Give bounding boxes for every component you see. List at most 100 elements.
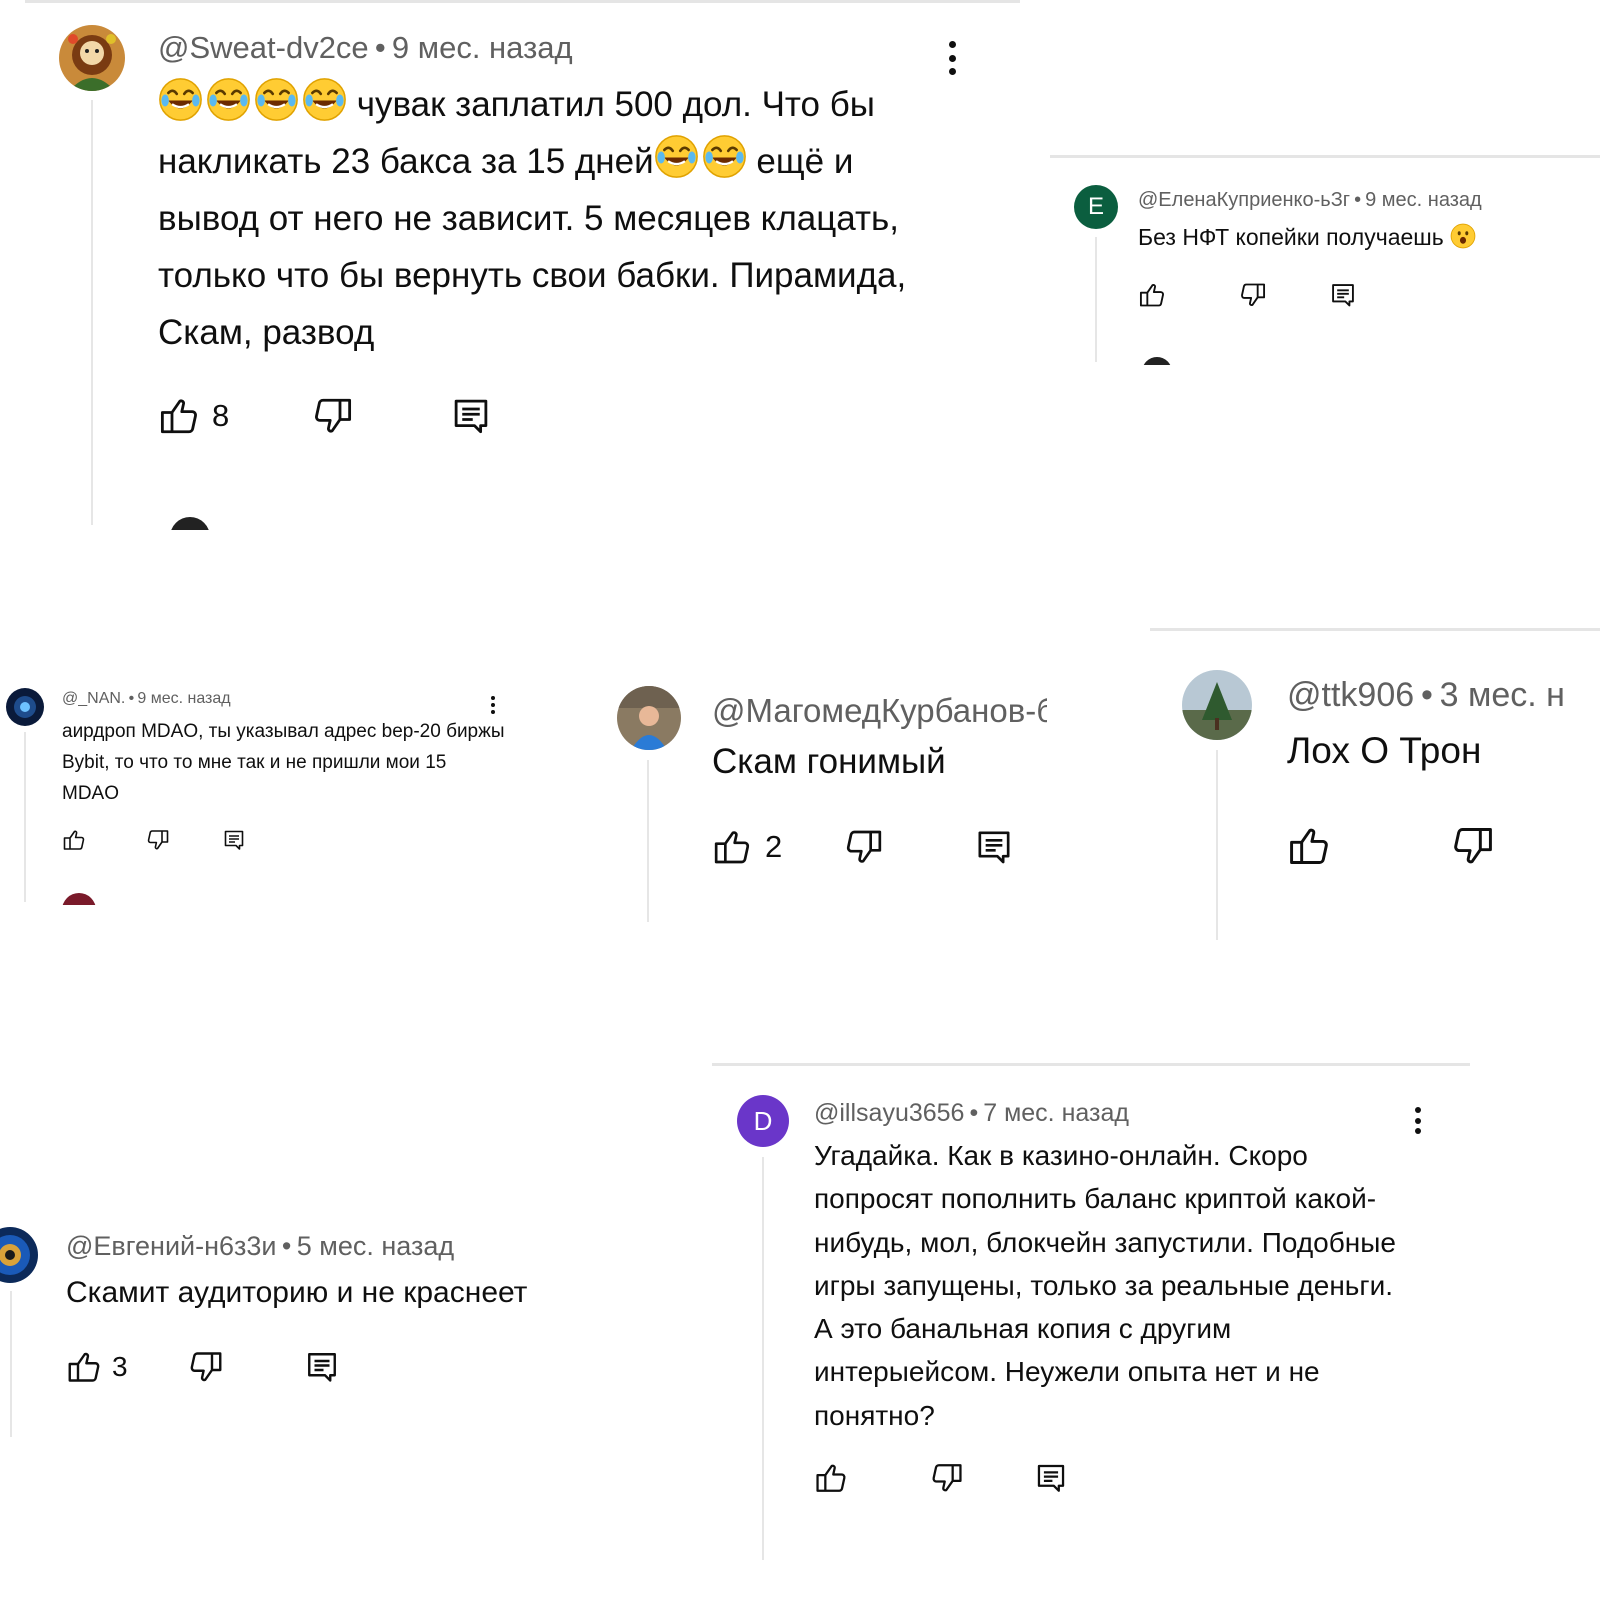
tears-of-joy-emoji [654,134,699,179]
author-name[interactable]: @ЕленаКуприенко-ьЗг [1138,189,1350,211]
dislike-button[interactable] [312,395,354,437]
more-vertical-icon[interactable] [490,696,496,714]
avatar[interactable] [0,1227,38,1283]
reply-button[interactable] [450,395,492,437]
author-name[interactable]: @Евгений-н6з3и [66,1231,277,1261]
comment-actions: 3 [66,1349,340,1385]
dislike-button[interactable] [930,1461,964,1495]
comment-card: @Sweat-dv2ce • 9 мес. назад чувак заплатил… [0,0,1040,530]
like-button[interactable]: 8 [158,395,229,437]
comment-text-part: Угадайка. Как в казино-онлайн. Скоро поп… [814,1140,1404,1431]
comment-actions: 8 [158,395,492,437]
comment-meta: @МагомедКурбанов-б [712,692,1047,730]
comment-card: @ttk906 • 3 мес. н Лох О Трон [1150,628,1600,943]
comment-text: Скамит аудиторию и не краснеет [66,1273,596,1313]
avatar [1142,357,1172,365]
comment-text-part: Лох О Трон [1287,730,1482,771]
comment-actions [62,828,246,852]
comment-text: чувак заплатил 500 дол. Что бы накликать… [158,76,958,361]
like-button[interactable] [62,828,86,852]
like-button[interactable]: 2 [712,827,782,867]
avatar[interactable]: D [737,1095,789,1147]
comment-actions: 2 [712,827,1014,867]
comment-card: D @illsayu3656 • 7 мес. назад Угадайка. Ка… [712,1063,1470,1563]
comment-card: @МагомедКурбанов-б Скам гонимый 2 [605,680,1047,925]
comment-text-part: Скамит аудиторию и не краснеет [66,1276,528,1309]
comment-age: 5 мес. назад [296,1231,455,1261]
comment-text-part: Скам гонимый [712,742,946,781]
comment-age: 9 мес. назад [391,30,573,65]
thumb-up-icon [66,1349,102,1385]
avatar [170,517,210,530]
reply-button[interactable] [222,828,246,852]
reply-button[interactable] [1034,1461,1068,1495]
dislike-button[interactable] [844,827,884,867]
author-name[interactable]: @МагомедКурбанов-б [712,692,1047,729]
thumb-up-icon [158,395,200,437]
author-name[interactable]: @ttk906 [1287,676,1414,714]
comment-text: Угадайка. Как в казино-онлайн. Скоро поп… [814,1134,1414,1437]
author-name[interactable]: @Sweat-dv2ce [158,30,369,65]
comment-age: 9 мес. назад [137,690,231,707]
thread-line [647,760,649,922]
avatar[interactable]: E [1074,185,1118,229]
reply-button[interactable] [304,1349,340,1385]
like-button[interactable] [1287,824,1331,868]
avatar[interactable] [59,25,125,91]
thumb-up-icon [814,1461,848,1495]
tears-of-joy-emoji [254,77,299,122]
comment-meta: @_NAN. • 9 мес. назад [62,690,231,707]
thumb-up-icon [62,828,86,852]
author-name[interactable]: @_NAN. [62,690,125,707]
dislike-button[interactable] [1239,281,1267,309]
like-count: 3 [112,1351,128,1382]
thumb-down-icon [188,1349,224,1385]
comment-actions [814,1461,1068,1495]
tears-of-joy-emoji [158,77,203,122]
comment-age: 3 мес. н [1439,676,1565,714]
thread-line [91,100,93,525]
reply-comment-icon [1329,281,1357,309]
like-button[interactable]: 3 [66,1349,128,1385]
tears-of-joy-emoji [302,77,347,122]
reply-comment-icon [1034,1461,1068,1495]
comment-age: 9 мес. назад [1365,189,1482,211]
reply-comment-icon [304,1349,340,1385]
like-count: 8 [212,398,230,433]
avatar[interactable] [6,688,44,726]
comment-actions [1287,824,1495,868]
divider [1050,155,1600,158]
thread-line [762,1157,764,1560]
thumb-down-icon [1239,281,1267,309]
thumb-up-icon [1287,824,1331,868]
author-name[interactable]: @illsayu3656 [814,1099,964,1127]
thumb-down-icon [1451,824,1495,868]
avatar [62,893,96,905]
like-count: 2 [765,829,783,864]
dislike-button[interactable] [188,1349,224,1385]
avatar[interactable] [1182,670,1252,740]
divider [1150,628,1600,631]
thumb-down-icon [146,828,170,852]
comment-text: Без НФТ копейки получаешь [1138,221,1598,253]
thumb-down-icon [930,1461,964,1495]
comment-text-part: Без НФТ копейки получаешь [1138,224,1444,250]
dislike-button[interactable] [146,828,170,852]
comment-meta: @ЕленаКуприенко-ьЗг • 9 мес. назад [1138,189,1482,211]
like-button[interactable] [814,1461,848,1495]
thread-line [10,1291,12,1437]
avatar-letter: D [753,1105,773,1136]
comment-text: Лох О Трон [1287,728,1597,774]
comment-card: E @ЕленаКуприенко-ьЗг • 9 мес. назад Без Н… [1050,155,1600,365]
dislike-button[interactable] [1451,824,1495,868]
more-vertical-icon[interactable] [1413,1107,1423,1134]
surprised-face-emoji [1450,223,1476,249]
reply-button[interactable] [974,827,1014,867]
comment-text-part: аирдроп MDAO, ты указывал адрес bep-20 б… [62,721,510,804]
like-button[interactable] [1138,281,1166,309]
reply-button[interactable] [1329,281,1357,309]
thread-line [24,732,26,902]
more-vertical-icon[interactable] [946,41,958,75]
reply-comment-icon [450,395,492,437]
avatar[interactable] [617,686,681,750]
